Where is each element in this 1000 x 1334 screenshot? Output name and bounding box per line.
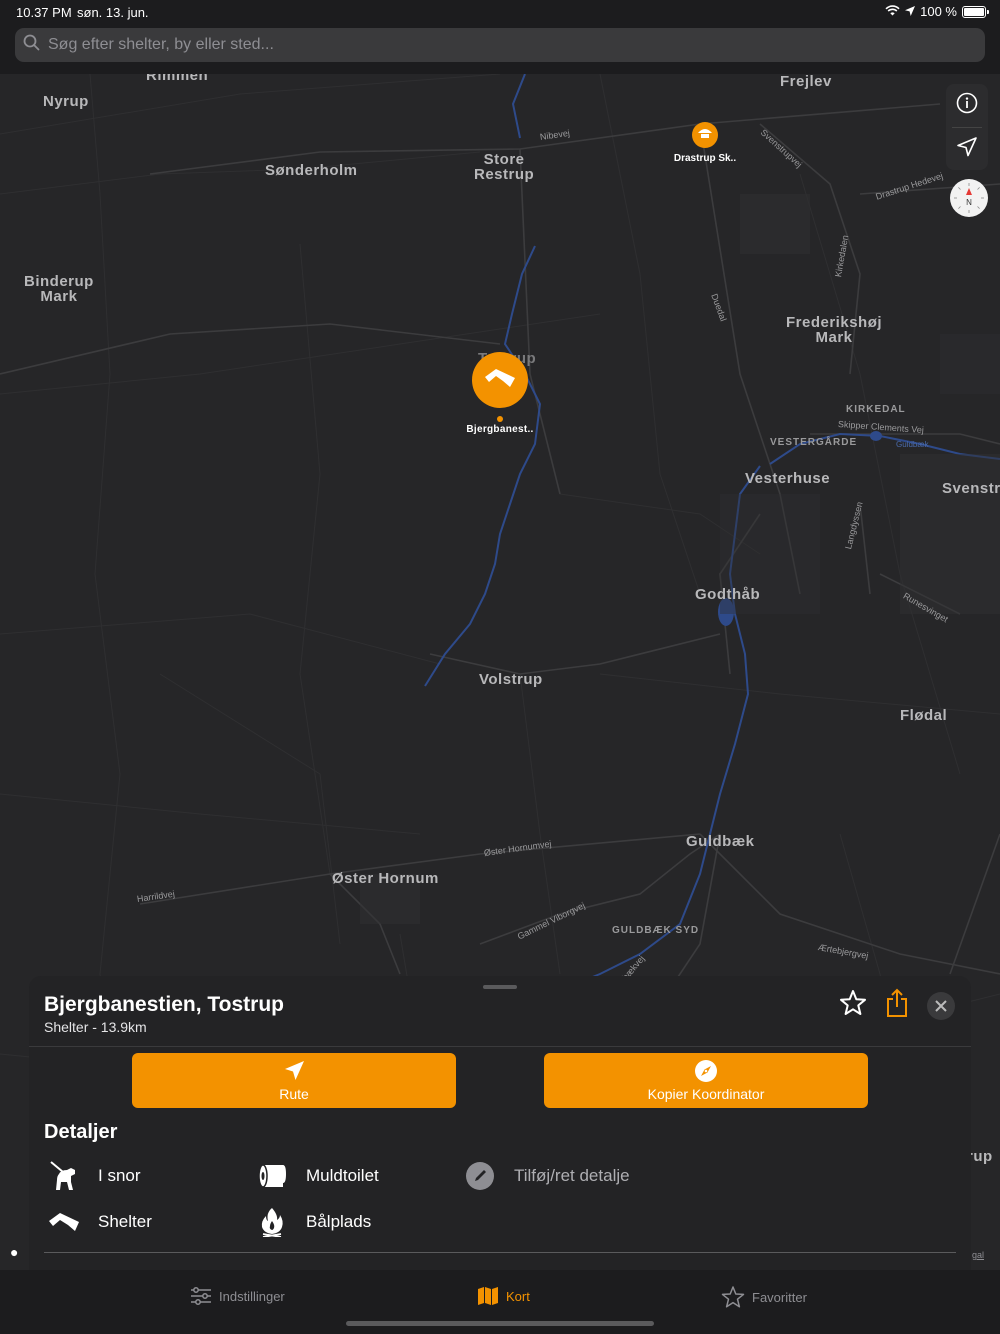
- copy-coordinates-button[interactable]: Kopier Koordinator: [544, 1053, 868, 1108]
- place-label: Godthåb: [695, 586, 761, 603]
- place-label: Flødal: [900, 707, 948, 724]
- tab-label: Kort: [506, 1288, 530, 1304]
- sheet-title: Bjergbanestien, Tostrup: [44, 993, 284, 1016]
- battery-percent: 100 %: [920, 4, 957, 19]
- place-label: Svenstr: [942, 480, 1000, 497]
- status-bar: 10.37 PM søn. 13. jun. 100 %: [0, 0, 1000, 24]
- copy-label: Kopier Koordinator: [647, 1086, 765, 1102]
- place-label: Frejlev: [780, 74, 832, 90]
- wifi-icon: [885, 4, 900, 19]
- pin-label: Bjergbanest..: [466, 424, 534, 435]
- pencil-icon: [460, 1158, 500, 1194]
- tab-settings[interactable]: Indstillinger: [190, 1286, 285, 1306]
- sheet-grabber[interactable]: [483, 985, 517, 989]
- fire-icon: [252, 1204, 292, 1240]
- pin-anchor: [497, 416, 503, 422]
- detail-label: Shelter: [98, 1212, 152, 1231]
- details-heading: Detaljer: [44, 1121, 118, 1143]
- home-indicator: [346, 1321, 654, 1326]
- sheet-actions: [839, 988, 955, 1023]
- map-controls: [946, 84, 988, 170]
- tab-label: Indstillinger: [219, 1288, 285, 1304]
- compass-icon: N: [954, 183, 984, 213]
- place-label: Store Restrup: [474, 151, 535, 183]
- detail-label: I snor: [98, 1166, 141, 1185]
- compass-letter: N: [966, 198, 972, 207]
- apple-logo-icon: ●: [10, 1244, 19, 1260]
- status-date: søn. 13. jun.: [77, 5, 149, 20]
- place-label: Volstrup: [479, 671, 543, 688]
- star-icon: [721, 1286, 745, 1308]
- sheet-subtitle: Shelter - 13.9km: [44, 1019, 147, 1035]
- search-icon: [23, 34, 48, 56]
- pin-bjergbanestien[interactable]: [472, 352, 528, 408]
- detail-item-leash: I snor: [44, 1158, 141, 1194]
- detail-item-fire: Bålplads: [252, 1204, 371, 1240]
- compass-button[interactable]: N: [950, 179, 988, 217]
- compass-safari-icon: [695, 1060, 717, 1082]
- search-area: [0, 24, 1000, 74]
- detail-label: Muldtoilet: [306, 1166, 379, 1185]
- share-icon: [887, 988, 907, 1017]
- shelter-icon: [44, 1204, 84, 1240]
- divider: [44, 1252, 956, 1253]
- search-bar[interactable]: [15, 28, 985, 62]
- star-icon: [840, 990, 866, 1015]
- route-label: Rute: [279, 1086, 309, 1102]
- shelter-icon: [483, 366, 517, 395]
- battery-icon: [962, 5, 989, 18]
- status-right: 100 %: [885, 4, 989, 19]
- place-label: Øster Hornum: [332, 870, 439, 887]
- place-label: Binderup Mark: [24, 273, 94, 305]
- close-icon: [935, 999, 947, 1012]
- detail-label: Bålplads: [306, 1212, 372, 1231]
- tab-label: Favoritter: [752, 1289, 807, 1305]
- pin-drastrup[interactable]: [692, 122, 718, 148]
- dog-leash-icon: [44, 1158, 84, 1194]
- place-label: Frederikshøj Mark: [786, 314, 883, 346]
- place-label: Vesterhuse: [745, 470, 831, 487]
- share-button[interactable]: [885, 988, 909, 1023]
- place-label: Rimmen: [146, 74, 209, 84]
- toilet-paper-icon: [252, 1158, 292, 1194]
- divider: [29, 1046, 971, 1047]
- district-label: GULDBÆK SYD: [612, 925, 700, 936]
- district-label: VESTERGÅRDE: [770, 437, 858, 448]
- search-input[interactable]: [48, 36, 948, 54]
- navigation-arrow-icon: [285, 1061, 304, 1080]
- info-button[interactable]: [946, 84, 988, 127]
- route-button[interactable]: Rute: [132, 1053, 456, 1108]
- road-label: Guldbæk: [896, 440, 929, 449]
- close-button[interactable]: [927, 991, 955, 1020]
- info-icon: [956, 92, 978, 119]
- place-label: Guldbæk: [686, 833, 755, 850]
- detail-label: Tilføj/ret detalje: [514, 1166, 630, 1185]
- tab-favorites[interactable]: Favoritter: [721, 1286, 807, 1308]
- shelter-roof-icon: [697, 126, 713, 145]
- place-label: Nyrup: [43, 93, 89, 110]
- favorite-star-button[interactable]: [839, 989, 867, 1022]
- tab-map[interactable]: Kort: [477, 1286, 530, 1306]
- legal-link[interactable]: gal: [972, 1250, 984, 1260]
- pin-label: Drastrup Sk..: [673, 153, 737, 164]
- location-arrow-icon: [956, 136, 978, 163]
- add-detail-button[interactable]: Tilføj/ret detalje: [460, 1158, 630, 1194]
- locate-me-button[interactable]: [946, 128, 988, 171]
- place-label: Sønderholm: [265, 162, 358, 179]
- district-label: KIRKEDAL: [846, 404, 906, 415]
- detail-item-toilet: Muldtoilet: [252, 1158, 379, 1194]
- detail-sheet: Bjergbanestien, Tostrup Shelter - 13.9km…: [29, 976, 971, 1270]
- location-arrow-icon: [905, 4, 916, 19]
- sliders-icon: [191, 1287, 211, 1305]
- detail-item-shelter: Shelter: [44, 1204, 152, 1240]
- status-time: 10.37 PM: [16, 5, 72, 20]
- map-icon: [478, 1287, 498, 1305]
